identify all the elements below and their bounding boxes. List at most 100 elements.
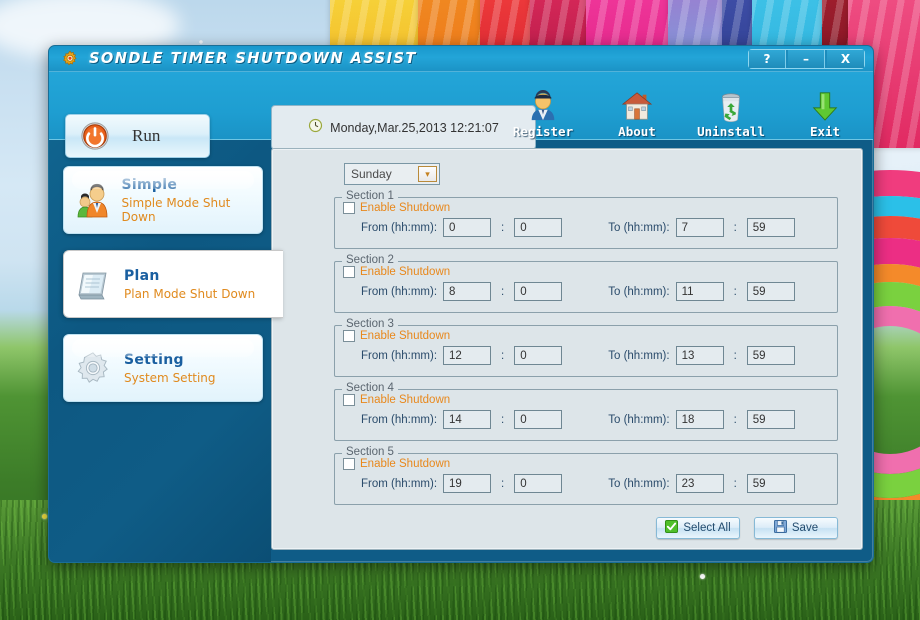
enable-shutdown-label: Enable Shutdown <box>360 202 450 214</box>
time-colon: : <box>501 286 504 298</box>
about-label: About <box>599 124 675 139</box>
recycle-bin-icon <box>693 88 769 122</box>
check-icon <box>665 520 678 536</box>
gear-icon <box>61 50 79 68</box>
exit-label: Exit <box>787 124 863 139</box>
register-label: Register <box>505 124 581 139</box>
to-label: To (hh:mm): <box>608 478 669 490</box>
to-minute-input[interactable]: 59 <box>747 282 795 301</box>
to-minute-input[interactable]: 59 <box>747 346 795 365</box>
register-button[interactable]: Register <box>505 88 581 139</box>
uninstall-button[interactable]: Uninstall <box>693 88 769 139</box>
enable-row: Enable Shutdown <box>343 202 829 214</box>
section-3: Section 3Enable ShutdownFrom (hh:mm):12:… <box>334 325 838 377</box>
exit-button[interactable]: Exit <box>787 88 863 139</box>
sidebar-item-subtitle: System Setting <box>124 371 216 385</box>
to-label: To (hh:mm): <box>608 222 669 234</box>
app-title: SONDLE TIMER SHUTDOWN ASSIST <box>89 49 417 67</box>
to-hour-input[interactable]: 11 <box>676 282 724 301</box>
enable-row: Enable Shutdown <box>343 330 829 342</box>
user-icon <box>505 88 581 122</box>
enable-shutdown-checkbox[interactable] <box>343 266 355 278</box>
time-colon: : <box>734 222 737 234</box>
select-all-label: Select All <box>683 522 730 534</box>
to-hour-input[interactable]: 7 <box>676 218 724 237</box>
to-label: To (hh:mm): <box>608 286 669 298</box>
sidebar-item-simple[interactable]: Simple Simple Mode Shut Down <box>63 166 263 234</box>
plan-content-panel: Sunday ▾ Section 1Enable ShutdownFrom (h… <box>271 148 863 550</box>
sidebar-item-setting[interactable]: Setting System Setting <box>63 334 263 402</box>
minimize-button[interactable]: – <box>788 50 825 68</box>
enable-row: Enable Shutdown <box>343 458 829 470</box>
from-hour-input[interactable]: 8 <box>443 282 491 301</box>
from-hour-input[interactable]: 14 <box>443 410 491 429</box>
from-minute-input[interactable]: 0 <box>514 282 562 301</box>
to-minute-input[interactable]: 59 <box>747 410 795 429</box>
enable-shutdown-label: Enable Shutdown <box>360 266 450 278</box>
sidebar: Simple Simple Mode Shut Down <box>49 140 271 562</box>
users-icon <box>64 182 120 218</box>
to-hour-input[interactable]: 23 <box>676 474 724 493</box>
section-2: Section 2Enable ShutdownFrom (hh:mm):8:0… <box>334 261 838 313</box>
section-legend: Section 5 <box>342 446 398 458</box>
sidebar-item-text: Simple Simple Mode Shut Down <box>120 177 262 224</box>
to-label: To (hh:mm): <box>608 414 669 426</box>
time-colon: : <box>501 414 504 426</box>
time-row: From (hh:mm):0:0To (hh:mm):7:59 <box>343 218 829 237</box>
from-hour-input[interactable]: 12 <box>443 346 491 365</box>
enable-shutdown-checkbox[interactable] <box>343 394 355 406</box>
clock-text: Monday,Mar.25,2013 12:21:07 <box>330 121 499 135</box>
time-row: From (hh:mm):19:0To (hh:mm):23:59 <box>343 474 829 493</box>
top-toolbar: Register About <box>505 88 863 139</box>
enable-row: Enable Shutdown <box>343 394 829 406</box>
time-colon: : <box>734 286 737 298</box>
day-select[interactable]: Sunday ▾ <box>344 163 440 185</box>
home-icon <box>599 88 675 122</box>
from-minute-input[interactable]: 0 <box>514 346 562 365</box>
about-button[interactable]: About <box>599 88 675 139</box>
time-colon: : <box>501 222 504 234</box>
enable-row: Enable Shutdown <box>343 266 829 278</box>
notepad-icon <box>64 266 122 302</box>
desktop-wallpaper: SONDLE TIMER SHUTDOWN ASSIST ? – X <box>0 0 920 620</box>
section-legend: Section 2 <box>342 254 398 266</box>
to-minute-input[interactable]: 59 <box>747 218 795 237</box>
save-label: Save <box>792 522 818 534</box>
select-all-button[interactable]: Select All <box>656 517 740 539</box>
from-label: From (hh:mm): <box>361 350 437 362</box>
enable-shutdown-checkbox[interactable] <box>343 330 355 342</box>
section-legend: Section 3 <box>342 318 398 330</box>
application-window: SONDLE TIMER SHUTDOWN ASSIST ? – X <box>48 45 874 563</box>
from-label: From (hh:mm): <box>361 222 437 234</box>
enable-shutdown-checkbox[interactable] <box>343 202 355 214</box>
save-button[interactable]: Save <box>754 517 838 539</box>
close-button[interactable]: X <box>827 50 864 68</box>
sidebar-item-text: Setting System Setting <box>122 352 216 385</box>
section-4: Section 4Enable ShutdownFrom (hh:mm):14:… <box>334 389 838 441</box>
from-hour-input[interactable]: 19 <box>443 474 491 493</box>
sidebar-item-text: Plan Plan Mode Shut Down <box>122 268 255 301</box>
sidebar-item-plan[interactable]: Plan Plan Mode Shut Down <box>63 250 283 318</box>
clock-icon <box>308 118 323 138</box>
from-hour-input[interactable]: 0 <box>443 218 491 237</box>
enable-shutdown-label: Enable Shutdown <box>360 330 450 342</box>
to-minute-input[interactable]: 59 <box>747 474 795 493</box>
run-button[interactable]: Run <box>65 114 210 158</box>
to-hour-input[interactable]: 18 <box>676 410 724 429</box>
sidebar-item-subtitle: Simple Mode Shut Down <box>122 196 262 224</box>
enable-shutdown-label: Enable Shutdown <box>360 458 450 470</box>
to-hour-input[interactable]: 13 <box>676 346 724 365</box>
from-minute-input[interactable]: 0 <box>514 218 562 237</box>
from-minute-input[interactable]: 0 <box>514 410 562 429</box>
from-label: From (hh:mm): <box>361 478 437 490</box>
section-5: Section 5Enable ShutdownFrom (hh:mm):19:… <box>334 453 838 505</box>
time-colon: : <box>734 414 737 426</box>
chevron-down-icon[interactable]: ▾ <box>418 166 437 182</box>
help-button[interactable]: ? <box>749 50 786 68</box>
section-1: Section 1Enable ShutdownFrom (hh:mm):0:0… <box>334 197 838 249</box>
from-minute-input[interactable]: 0 <box>514 474 562 493</box>
to-label: To (hh:mm): <box>608 350 669 362</box>
enable-shutdown-checkbox[interactable] <box>343 458 355 470</box>
time-row: From (hh:mm):12:0To (hh:mm):13:59 <box>343 346 829 365</box>
top-toolbar-area: Run Monday,Mar.25,2013 12:21:07 <box>49 72 873 140</box>
